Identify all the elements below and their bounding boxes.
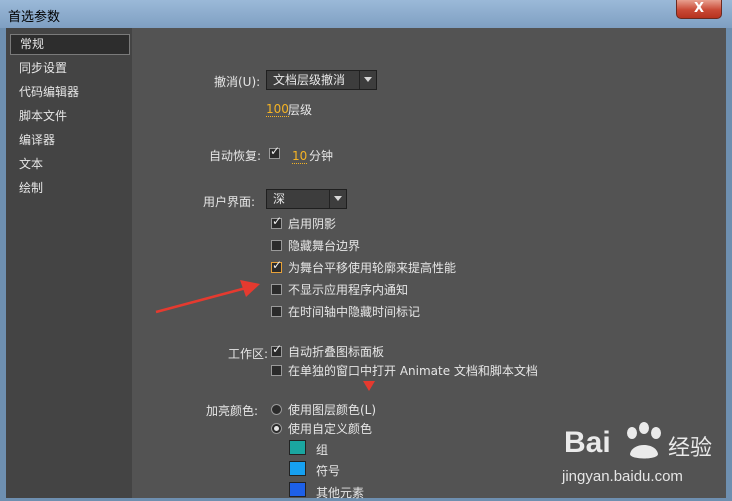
- category-sidebar: 常规 同步设置 代码编辑器 脚本文件 编译器 文本 绘制: [6, 28, 132, 498]
- highlight-label: 加亮颜色:: [206, 404, 259, 418]
- enable-shadow-label: 启用阴影: [288, 217, 337, 231]
- separate-window-label: 在单独的窗口中打开 Animate 文档和脚本文档: [288, 364, 538, 378]
- autosave-label: 自动恢复:: [209, 149, 262, 163]
- auto-collapse-checkbox[interactable]: ✓: [271, 342, 283, 357]
- autosave-checkbox[interactable]: ✓: [269, 144, 281, 159]
- sidebar-item-sync[interactable]: 同步设置: [10, 58, 130, 79]
- check-icon: ✓: [270, 144, 281, 158]
- layer-color-radio[interactable]: [271, 404, 282, 415]
- symbol-color-swatch[interactable]: [289, 461, 306, 476]
- annotation-arrow-icon: [155, 280, 260, 314]
- undo-mode-value: 文档层级撤消: [273, 73, 346, 87]
- chevron-down-icon: [359, 71, 376, 89]
- ui-theme-value: 深: [273, 192, 286, 206]
- other-elements-color-swatch[interactable]: [289, 482, 306, 497]
- separate-window-checkbox[interactable]: [271, 365, 282, 376]
- watermark-brand: Bai: [564, 426, 611, 459]
- autosave-minutes-unit: 分钟: [309, 149, 334, 163]
- hide-stage-border-checkbox[interactable]: [271, 240, 282, 251]
- check-icon: ✓: [272, 258, 283, 272]
- layer-color-label: 使用图层颜色(L): [288, 403, 377, 417]
- hide-stage-border-label: 隐藏舞台边界: [288, 239, 361, 253]
- sidebar-item-code-editor[interactable]: 代码编辑器: [10, 82, 130, 103]
- sidebar-item-drawing[interactable]: 绘制: [10, 178, 130, 199]
- auto-collapse-label: 自动折叠图标面板: [288, 345, 385, 359]
- custom-color-radio[interactable]: [271, 423, 282, 434]
- check-icon: ✓: [272, 342, 283, 356]
- marker-triangle-icon: [363, 381, 375, 391]
- sidebar-item-compiler[interactable]: 编译器: [10, 130, 130, 151]
- title-bar: 首选参数 X: [0, 0, 732, 28]
- ui-label: 用户界面:: [203, 195, 256, 209]
- radio-dot-icon: [274, 426, 279, 431]
- group-color-swatch[interactable]: [289, 440, 306, 455]
- watermark-brand-suffix: 经验: [668, 436, 713, 461]
- hide-notifications-checkbox[interactable]: [271, 284, 282, 295]
- window-title: 首选参数: [8, 10, 61, 25]
- undo-levels-input[interactable]: 100: [266, 103, 289, 117]
- enable-shadow-checkbox[interactable]: ✓: [271, 214, 283, 229]
- autosave-minutes-input[interactable]: 10: [292, 150, 308, 164]
- hide-timeline-markers-checkbox[interactable]: [271, 306, 282, 317]
- ui-theme-select[interactable]: 深: [266, 189, 347, 209]
- sidebar-item-script-files[interactable]: 脚本文件: [10, 106, 130, 127]
- sidebar-item-general[interactable]: 常规: [10, 34, 130, 55]
- custom-color-label: 使用自定义颜色: [288, 422, 373, 436]
- undo-mode-select[interactable]: 文档层级撤消: [266, 70, 377, 90]
- pan-outline-checkbox[interactable]: ✓: [271, 258, 283, 273]
- paw-icon: [627, 422, 661, 459]
- chevron-down-icon: [329, 190, 346, 208]
- other-elements-color-label: 其他元素: [316, 486, 365, 500]
- watermark: Bai 经验 jingyan.baidu.com: [560, 414, 728, 496]
- undo-label: 撤消(U):: [214, 75, 261, 89]
- sidebar-item-text[interactable]: 文本: [10, 154, 130, 175]
- undo-levels-unit: 层级: [288, 103, 313, 117]
- pan-outline-label: 为舞台平移使用轮廓来提高性能: [288, 261, 457, 275]
- watermark-url: jingyan.baidu.com: [562, 468, 683, 485]
- workspace-label: 工作区:: [228, 347, 269, 361]
- hide-timeline-markers-label: 在时间轴中隐藏时间标记: [288, 305, 421, 319]
- group-color-label: 组: [316, 443, 329, 457]
- hide-notifications-label: 不显示应用程序内通知: [288, 283, 409, 297]
- close-button[interactable]: X: [676, 0, 722, 19]
- check-icon: ✓: [272, 214, 283, 228]
- symbol-color-label: 符号: [316, 464, 341, 478]
